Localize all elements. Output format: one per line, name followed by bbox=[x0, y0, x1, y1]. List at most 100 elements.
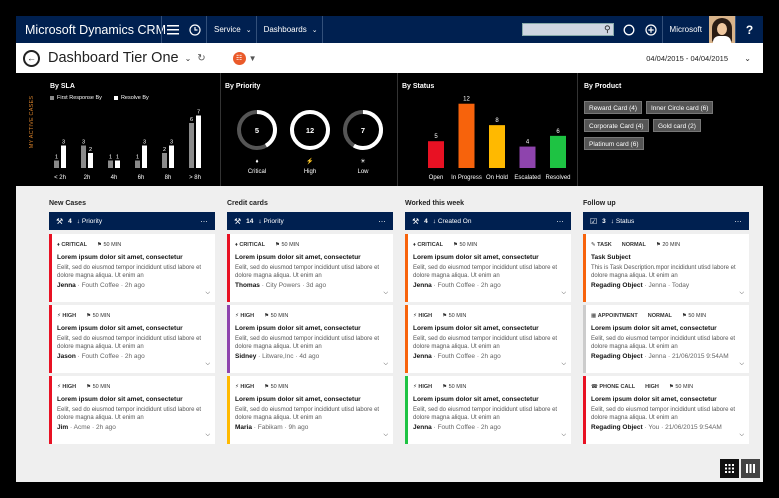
grid-view-icon[interactable] bbox=[720, 459, 739, 478]
sla-bar[interactable] bbox=[142, 145, 147, 169]
refresh-icon[interactable]: ↻ bbox=[197, 53, 205, 64]
status-bar[interactable] bbox=[519, 146, 536, 168]
product-chip-corporate-card[interactable]: Corporate Card (4) bbox=[584, 119, 649, 132]
card-organization[interactable]: Fouth Coffee bbox=[82, 282, 119, 289]
card-organization[interactable]: City Powers bbox=[266, 282, 301, 289]
status-bar[interactable] bbox=[489, 125, 505, 168]
sla-bar[interactable] bbox=[81, 145, 86, 169]
chevron-down-icon[interactable]: ⌵ bbox=[383, 290, 388, 297]
case-card[interactable]: ⚡ HIGH ⚑ 50 MIN Lorem ipsum dolor sit amet… bbox=[405, 305, 571, 373]
card-owner-name[interactable]: Jim bbox=[57, 424, 68, 431]
filter-icon[interactable]: ☷ bbox=[232, 51, 246, 65]
card-owner-name[interactable]: Jason bbox=[57, 353, 76, 360]
card-organization[interactable]: Jenna bbox=[648, 282, 666, 289]
sla-bar[interactable] bbox=[108, 160, 113, 169]
more-options-icon[interactable]: … bbox=[378, 215, 387, 224]
card-owner-name[interactable]: Thomas bbox=[235, 282, 260, 289]
card-owner-name[interactable]: Jenna bbox=[57, 282, 76, 289]
card-owner-name[interactable]: Sidney bbox=[235, 353, 256, 360]
chevron-down-icon[interactable]: ⌵ bbox=[561, 361, 566, 368]
card-organization[interactable]: Fouth Coffee bbox=[438, 353, 475, 360]
card-title[interactable]: Lorem ipsum dolor sit amet, consectetur bbox=[57, 396, 183, 403]
status-bar[interactable] bbox=[428, 141, 444, 168]
card-organization[interactable]: Fouth Coffee bbox=[82, 353, 119, 360]
sla-bar[interactable] bbox=[54, 160, 59, 169]
chevron-down-icon[interactable]: ⌵ bbox=[739, 432, 744, 439]
card-organization[interactable]: Litware,Inc bbox=[262, 353, 293, 360]
column-view-icon[interactable] bbox=[741, 459, 760, 478]
card-owner-name[interactable]: Regading Object bbox=[591, 424, 643, 431]
case-card[interactable]: ♦ CRITICAL ⚑ 50 MIN Lorem ipsum dolor sit … bbox=[405, 234, 571, 302]
product-chip-reward-card[interactable]: Reward Card (4) bbox=[584, 101, 643, 114]
card-organization[interactable]: Fouth Coffee bbox=[438, 282, 475, 289]
card-organization[interactable]: Fabikam bbox=[258, 424, 283, 431]
column-sort-label[interactable]: Created On bbox=[438, 218, 472, 225]
status-bar[interactable] bbox=[550, 135, 566, 168]
card-owner-name[interactable]: Jenna bbox=[413, 353, 432, 360]
task-status-icon[interactable] bbox=[618, 16, 640, 43]
card-title[interactable]: Lorem ipsum dolor sit amet, consectetur bbox=[591, 325, 717, 332]
sla-bar[interactable] bbox=[162, 153, 167, 168]
chevron-down-icon[interactable]: ⌵ bbox=[205, 290, 210, 297]
card-owner-name[interactable]: Jenna bbox=[413, 424, 432, 431]
column-sort-label[interactable]: Priority bbox=[82, 218, 102, 225]
more-options-icon[interactable]: … bbox=[556, 215, 565, 224]
card-title[interactable]: Lorem ipsum dolor sit amet, consectetur bbox=[591, 396, 717, 403]
card-title[interactable]: Lorem ipsum dolor sit amet, consectetur bbox=[413, 396, 539, 403]
card-title[interactable]: Lorem ipsum dolor sit amet, consectetur bbox=[57, 325, 183, 332]
chevron-down-icon[interactable]: ⌵ bbox=[383, 432, 388, 439]
card-title[interactable]: Lorem ipsum dolor sit amet, consectetur bbox=[235, 396, 361, 403]
sla-bar[interactable] bbox=[115, 160, 120, 169]
column-sort-label[interactable]: Priority bbox=[263, 218, 283, 225]
nav-menu-dashboards[interactable]: Dashboards bbox=[257, 25, 312, 34]
chevron-down-icon[interactable]: ⌵ bbox=[739, 361, 744, 368]
card-title[interactable]: Lorem ipsum dolor sit amet, consectetur bbox=[57, 254, 183, 261]
sla-bar[interactable] bbox=[88, 153, 93, 168]
hamburger-menu-icon[interactable] bbox=[162, 16, 184, 43]
card-title[interactable]: Lorem ipsum dolor sit amet, consectetur bbox=[413, 325, 539, 332]
sla-bar[interactable] bbox=[61, 145, 66, 169]
create-new-icon[interactable] bbox=[640, 16, 662, 43]
case-card[interactable]: ⚡ HIGH ⚑ 50 MIN Lorem ipsum dolor sit amet… bbox=[227, 305, 393, 373]
user-avatar[interactable] bbox=[709, 16, 735, 43]
case-card[interactable]: ⚡ HIGH ⚑ 50 MIN Lorem ipsum dolor sit amet… bbox=[227, 376, 393, 444]
card-organization[interactable]: Acme bbox=[74, 424, 91, 431]
chevron-down-icon[interactable]: ⌵ bbox=[383, 361, 388, 368]
product-chip-platinum-card[interactable]: Platinum card (6) bbox=[584, 137, 644, 150]
case-card[interactable]: ♦ CRITICAL ⚑ 50 MIN Lorem ipsum dolor sit … bbox=[49, 234, 215, 302]
case-card[interactable]: ☎ PHONE CALL HIGH ⚑ 50 MIN Lorem ipsum dolo… bbox=[583, 376, 749, 444]
product-chip-inner-circle-card[interactable]: Inner Circle card (6) bbox=[646, 101, 714, 114]
sla-bar[interactable] bbox=[169, 145, 174, 169]
back-arrow-icon[interactable]: ← bbox=[23, 49, 40, 67]
app-brand[interactable]: Microsoft Dynamics CRM bbox=[16, 23, 166, 37]
date-range[interactable]: 04/04/2015 - 04/04/2015 bbox=[646, 54, 728, 63]
card-owner-name[interactable]: Jenna bbox=[413, 282, 432, 289]
chevron-down-icon[interactable]: ⌄ bbox=[246, 26, 252, 34]
chevron-down-icon[interactable]: ⌵ bbox=[561, 290, 566, 297]
product-chip-gold-card[interactable]: Gold card (2) bbox=[653, 119, 701, 132]
column-sort-label[interactable]: Status bbox=[616, 218, 634, 225]
case-card[interactable]: ⚡ HIGH ⚑ 50 MIN Lorem ipsum dolor sit amet… bbox=[49, 376, 215, 444]
chevron-down-icon[interactable]: ⌵ bbox=[739, 290, 744, 297]
case-card[interactable]: ▦ APPOINTMENT NORMAL ⚑ 50 MIN Lorem ipsum d… bbox=[583, 305, 749, 373]
chevron-down-icon[interactable]: ⌵ bbox=[205, 361, 210, 368]
search-icon[interactable]: ⚲ bbox=[604, 24, 611, 35]
card-organization[interactable]: Jenna bbox=[648, 353, 666, 360]
recent-history-icon[interactable] bbox=[184, 16, 206, 43]
nav-menu-service[interactable]: Service bbox=[207, 25, 246, 34]
chevron-down-icon[interactable]: ⌄ bbox=[312, 26, 318, 34]
dashboard-title[interactable]: Dashboard Tier One bbox=[48, 50, 179, 66]
sla-bar[interactable] bbox=[135, 160, 140, 169]
case-card[interactable]: ⚡ HIGH ⚑ 50 MIN Lorem ipsum dolor sit amet… bbox=[49, 305, 215, 373]
filter-funnel-icon[interactable]: ▼ bbox=[249, 54, 257, 63]
case-card[interactable]: ✎ TASK NORMAL ⚑ 20 MIN Task Subject This is … bbox=[583, 234, 749, 302]
chevron-down-icon[interactable]: ⌄ bbox=[185, 54, 192, 63]
chevron-down-icon[interactable]: ⌵ bbox=[205, 432, 210, 439]
chevron-down-icon[interactable]: ⌵ bbox=[561, 432, 566, 439]
card-organization[interactable]: You bbox=[648, 424, 659, 431]
sla-bar[interactable] bbox=[196, 115, 201, 169]
card-title[interactable]: Lorem ipsum dolor sit amet, consectetur bbox=[235, 325, 361, 332]
card-title[interactable]: Lorem ipsum dolor sit amet, consectetur bbox=[413, 254, 539, 261]
help-button[interactable]: ? bbox=[736, 23, 763, 37]
card-organization[interactable]: Fouth Coffee bbox=[438, 424, 475, 431]
